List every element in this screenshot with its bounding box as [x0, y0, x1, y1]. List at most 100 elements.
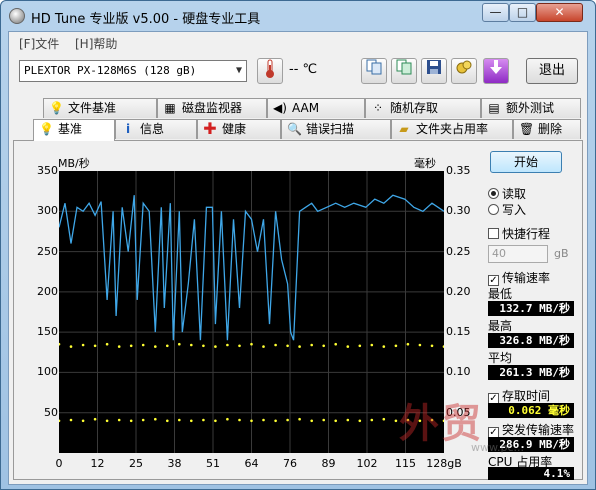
drive-select[interactable]: PLEXTOR PX-128M6S (128 gB) ▼	[19, 60, 247, 82]
speaker-icon: ◀)	[273, 101, 287, 115]
avg-value: 261.3 MB/秒	[488, 365, 574, 380]
temperature-readout: -- ℃	[289, 62, 318, 77]
trash-icon: 🗑	[519, 122, 535, 136]
access-time-point	[394, 419, 398, 423]
x-tick: 64	[244, 457, 259, 470]
download-icon[interactable]	[483, 58, 509, 84]
extra-tests-icon: ▤	[488, 101, 500, 115]
tab-label: 错误扫描	[306, 122, 355, 136]
info-copy-icon[interactable]	[361, 58, 387, 84]
y-tick-right: 0.20	[446, 284, 471, 298]
tab-random-access[interactable]: ⁘ 随机存取	[365, 98, 481, 118]
access-time-point	[370, 418, 374, 422]
access-time-point	[346, 345, 350, 348]
watermark-url: www.pc...	[471, 441, 524, 454]
tab-delete[interactable]: 🗑 删除	[513, 119, 581, 139]
tab-info[interactable]: i 信息	[115, 119, 197, 139]
access-time-label: 存取时间	[502, 389, 551, 403]
access-time-point	[274, 419, 277, 423]
quick-stroke-checkbox[interactable]: 快捷行程	[488, 225, 550, 242]
thermometer-icon[interactable]	[257, 58, 283, 84]
tab-folder-usage[interactable]: ▰ 文件夹占用率	[391, 119, 513, 139]
benchmark-plot	[59, 171, 444, 453]
y-tick-left: 50	[44, 405, 58, 419]
access-time-point	[298, 345, 301, 348]
file-benchmark-icon: 💡	[49, 101, 64, 115]
maximize-button[interactable]: □	[509, 3, 536, 22]
drive-select-value: PLEXTOR PX-128M6S (128 gB)	[24, 64, 197, 77]
access-time-point	[226, 417, 229, 421]
tab-error-scan[interactable]: 🔍 错误扫描	[281, 119, 391, 139]
disk-monitor-icon: ▦	[164, 101, 176, 115]
menu-file[interactable]: [F]文件	[19, 35, 59, 52]
title-bar[interactable]: HD Tune 专业版 v5.00 - 硬盘专业工具 — □ ✕	[1, 1, 595, 31]
close-button[interactable]: ✕	[536, 3, 583, 22]
min-value: 132.7 MB/秒	[488, 301, 574, 316]
y-tick-left: 300	[37, 204, 58, 218]
access-time-point	[129, 419, 133, 423]
access-time-point	[298, 417, 301, 421]
access-time-point	[93, 417, 97, 421]
tab-disk-monitor[interactable]: ▦ 磁盘监视器	[157, 98, 267, 118]
max-label: 最高	[488, 319, 513, 333]
tab-extra-tests[interactable]: ▤ 额外测试	[481, 98, 581, 118]
y-tick-left: 250	[37, 244, 58, 258]
access-time-point	[154, 417, 157, 421]
client-area: [F]文件 [H]帮助 PLEXTOR PX-128M6S (128 gB) ▼…	[8, 31, 588, 485]
access-time-point	[81, 343, 85, 347]
access-time-point	[238, 418, 241, 422]
chevron-down-icon: ▼	[235, 65, 242, 76]
minimize-button[interactable]: —	[482, 3, 509, 22]
access-time-point	[262, 418, 265, 422]
exit-button[interactable]: 退出	[526, 58, 578, 84]
read-radio-label: 读取	[502, 187, 527, 201]
access-time-point	[166, 344, 169, 348]
access-time-point	[178, 418, 181, 422]
y-tick-right: 0.15	[446, 325, 471, 339]
checkbox-box	[488, 228, 499, 239]
tab-label: 文件夹占用率	[416, 122, 489, 136]
access-time-point	[93, 344, 97, 348]
access-time-point	[286, 418, 289, 422]
access-time-point	[274, 343, 277, 347]
access-time-point	[310, 343, 313, 347]
burst-rate-label: 突发传输速率	[502, 423, 575, 437]
clean-icon[interactable]	[451, 58, 477, 84]
access-time-point	[166, 419, 169, 423]
start-button[interactable]: 开始	[490, 151, 562, 173]
read-radio[interactable]: 读取	[488, 185, 526, 202]
tabs-bottom-row: 💡 基准 i 信息 ✚ 健康 🔍 错误扫描 ▰ 文件夹占用率 🗑 删除	[9, 119, 587, 141]
menu-bar: [F]文件 [H]帮助	[9, 32, 587, 52]
access-time-point	[117, 418, 121, 422]
tab-label: 删除	[538, 122, 563, 136]
access-time-point	[178, 342, 181, 346]
random-access-icon: ⁘	[372, 101, 384, 115]
write-radio-label: 写入	[502, 203, 527, 217]
quick-stroke-label: 快捷行程	[502, 227, 551, 241]
menu-help[interactable]: [H]帮助	[75, 35, 117, 52]
access-time-point	[250, 419, 253, 423]
x-tick: 89	[321, 457, 336, 470]
access-time-point	[358, 419, 362, 423]
x-tick: 25	[129, 457, 143, 470]
tab-aam[interactable]: ◀) AAM	[267, 98, 365, 118]
access-time-checkbox[interactable]: ✓ 存取时间	[488, 387, 550, 404]
access-time-point	[69, 418, 73, 422]
folder-icon: ▰	[399, 122, 409, 136]
avg-label: 平均	[488, 351, 513, 365]
access-time-point	[322, 418, 326, 422]
tab-benchmark[interactable]: 💡 基准	[33, 119, 115, 141]
quick-stroke-input[interactable]: 40	[488, 245, 548, 263]
access-time-point	[81, 419, 85, 423]
tab-health[interactable]: ✚ 健康	[197, 119, 281, 139]
copy-icon[interactable]	[391, 58, 417, 84]
access-time-point	[190, 343, 193, 347]
access-time-point	[202, 344, 205, 348]
save-icon[interactable]	[421, 58, 447, 84]
access-time-point	[382, 417, 386, 421]
tab-label: 基准	[58, 122, 83, 136]
burst-rate-checkbox[interactable]: ✓ 突发传输速率	[488, 421, 574, 438]
write-radio[interactable]: 写入	[488, 201, 526, 218]
transfer-rate-checkbox[interactable]: ✓ 传输速率	[488, 269, 550, 286]
tab-file-benchmark[interactable]: 💡 文件基准	[43, 98, 157, 118]
